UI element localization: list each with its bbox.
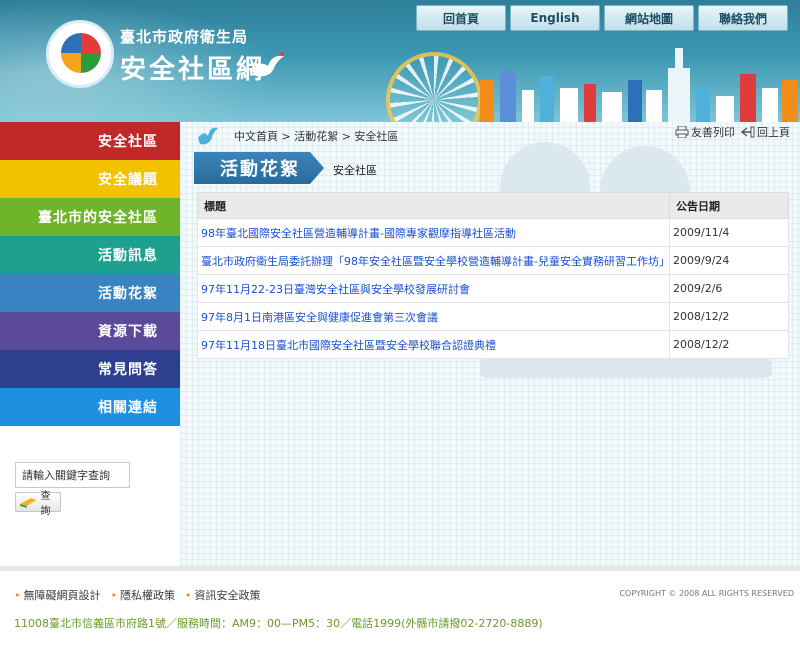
sidebar-item-links[interactable]: 相關連結 bbox=[0, 388, 180, 426]
row-date: 2008/12/2 bbox=[669, 302, 789, 331]
page: 臺北市政府衛生局 安全社區網 回首頁 English 網站地圖 聯絡我們 安全社… bbox=[0, 0, 800, 652]
footer-links: 無障礙網頁設計 隱私權政策 資訊安全政策 bbox=[14, 587, 261, 603]
org-name: 臺北市政府衛生局 bbox=[120, 28, 249, 46]
footer: 無障礙網頁設計 隱私權政策 資訊安全政策 COPYRIGHT © 2008 AL… bbox=[0, 566, 800, 652]
nav-contact-button[interactable]: 聯絡我們 bbox=[698, 5, 788, 31]
back-button[interactable]: 回上頁 bbox=[741, 124, 790, 140]
breadcrumb: 中文首頁 > 活動花絮 > 安全社區 bbox=[234, 130, 399, 143]
copyright: COPYRIGHT © 2008 ALL RIGHTS RESERVED bbox=[619, 589, 794, 598]
back-arrow-icon bbox=[741, 126, 755, 138]
sidebar: 安全社區 安全議題 臺北市的安全社區 活動訊息 活動花絮 資源下載 常見問答 相… bbox=[0, 122, 180, 566]
page-utilities: 友善列印 回上頁 bbox=[675, 124, 790, 140]
table-row: 臺北市政府衛生局委託辦理「98年安全社區暨安全學校營造輔導計畫-兒童安全實務研習… bbox=[197, 246, 789, 275]
site-title-block: 臺北市政府衛生局 安全社區網 bbox=[120, 26, 265, 86]
main-content: 中文首頁 > 活動花絮 > 安全社區 友善列印 回上頁 活動花絮 安全社區 標題… bbox=[180, 122, 800, 566]
table-row: 97年8月1日南港區安全與健康促進會第三次會議 2008/12/2 bbox=[197, 302, 789, 331]
page-subtitle: 安全社區 bbox=[333, 164, 377, 177]
nav-home-button[interactable]: 回首頁 bbox=[416, 5, 506, 31]
header-banner: 臺北市政府衛生局 安全社區網 回首頁 English 網站地圖 聯絡我們 bbox=[0, 0, 800, 122]
row-title-link[interactable]: 臺北市政府衛生局委託辦理「98年安全社區暨安全學校營造輔導計畫-兒童安全實務研習… bbox=[197, 246, 670, 275]
row-date: 2009/11/4 bbox=[669, 218, 789, 247]
sidebar-item-safety-issues[interactable]: 安全議題 bbox=[0, 160, 180, 198]
search-icon bbox=[19, 498, 37, 508]
sidebar-item-faq[interactable]: 常見問答 bbox=[0, 350, 180, 388]
page-title: 活動花絮 bbox=[194, 152, 324, 184]
row-title-link[interactable]: 97年8月1日南港區安全與健康促進會第三次會議 bbox=[197, 302, 670, 331]
column-header-title: 標題 bbox=[197, 192, 670, 219]
table-row: 98年臺北國際安全社區營造輔導計畫-國際專家觀摩指導社區活動 2009/11/4 bbox=[197, 218, 789, 247]
back-label: 回上頁 bbox=[757, 126, 790, 139]
footer-link-accessibility[interactable]: 無障礙網頁設計 bbox=[14, 587, 101, 603]
sidebar-item-safe-community[interactable]: 安全社區 bbox=[0, 122, 180, 160]
print-label: 友善列印 bbox=[691, 126, 735, 139]
footer-link-privacy[interactable]: 隱私權政策 bbox=[111, 587, 175, 603]
printer-icon bbox=[675, 126, 689, 138]
footer-link-security[interactable]: 資訊安全政策 bbox=[185, 587, 261, 603]
row-title-link[interactable]: 98年臺北國際安全社區營造輔導計畫-國際專家觀摩指導社區活動 bbox=[197, 218, 670, 247]
row-title-link[interactable]: 97年11月22-23日臺灣安全社區與安全學校發展研討會 bbox=[197, 274, 670, 303]
search-input[interactable] bbox=[15, 462, 130, 488]
address-info: 11008臺北市信義區市府路1號／服務時間：AM9：00—PM5：30／電話19… bbox=[14, 617, 543, 630]
dove-icon bbox=[252, 52, 284, 77]
sidebar-item-downloads[interactable]: 資源下載 bbox=[0, 312, 180, 350]
ferris-wheel-icon bbox=[386, 52, 482, 122]
site-logo[interactable] bbox=[46, 20, 114, 88]
sidebar-item-taipei-communities[interactable]: 臺北市的安全社區 bbox=[0, 198, 180, 236]
site-name: 安全社區網 bbox=[120, 55, 266, 85]
row-title-link[interactable]: 97年11月18日臺北市國際安全社區暨安全學校聯合認證典禮 bbox=[197, 330, 670, 359]
city-skyline-icon bbox=[480, 48, 798, 122]
print-button[interactable]: 友善列印 bbox=[675, 124, 735, 140]
top-nav: 回首頁 English 網站地圖 聯絡我們 bbox=[416, 5, 788, 31]
row-date: 2009/9/24 bbox=[669, 246, 789, 275]
sidebar-item-events[interactable]: 活動訊息 bbox=[0, 236, 180, 274]
row-date: 2009/2/6 bbox=[669, 274, 789, 303]
table-header-row: 標題 公告日期 bbox=[197, 192, 789, 219]
table-row: 97年11月18日臺北市國際安全社區暨安全學校聯合認證典禮 2008/12/2 bbox=[197, 330, 789, 359]
nav-sitemap-button[interactable]: 網站地圖 bbox=[604, 5, 694, 31]
sidebar-item-highlights[interactable]: 活動花絮 bbox=[0, 274, 180, 312]
sidebar-menu: 安全社區 安全議題 臺北市的安全社區 活動訊息 活動花絮 資源下載 常見問答 相… bbox=[0, 122, 180, 426]
table-row: 97年11月22-23日臺灣安全社區與安全學校發展研討會 2009/2/6 bbox=[197, 274, 789, 303]
logo-emblem-icon bbox=[61, 33, 101, 73]
search-button[interactable]: 查詢 bbox=[15, 491, 61, 517]
decor-bar bbox=[480, 358, 772, 378]
search-button-label: 查詢 bbox=[40, 491, 51, 517]
row-date: 2008/12/2 bbox=[669, 330, 789, 359]
column-header-date: 公告日期 bbox=[669, 192, 789, 219]
bird-icon bbox=[198, 127, 218, 145]
highlights-table: 標題 公告日期 98年臺北國際安全社區營造輔導計畫-國際專家觀摩指導社區活動 2… bbox=[197, 192, 789, 359]
nav-english-button[interactable]: English bbox=[510, 5, 600, 31]
